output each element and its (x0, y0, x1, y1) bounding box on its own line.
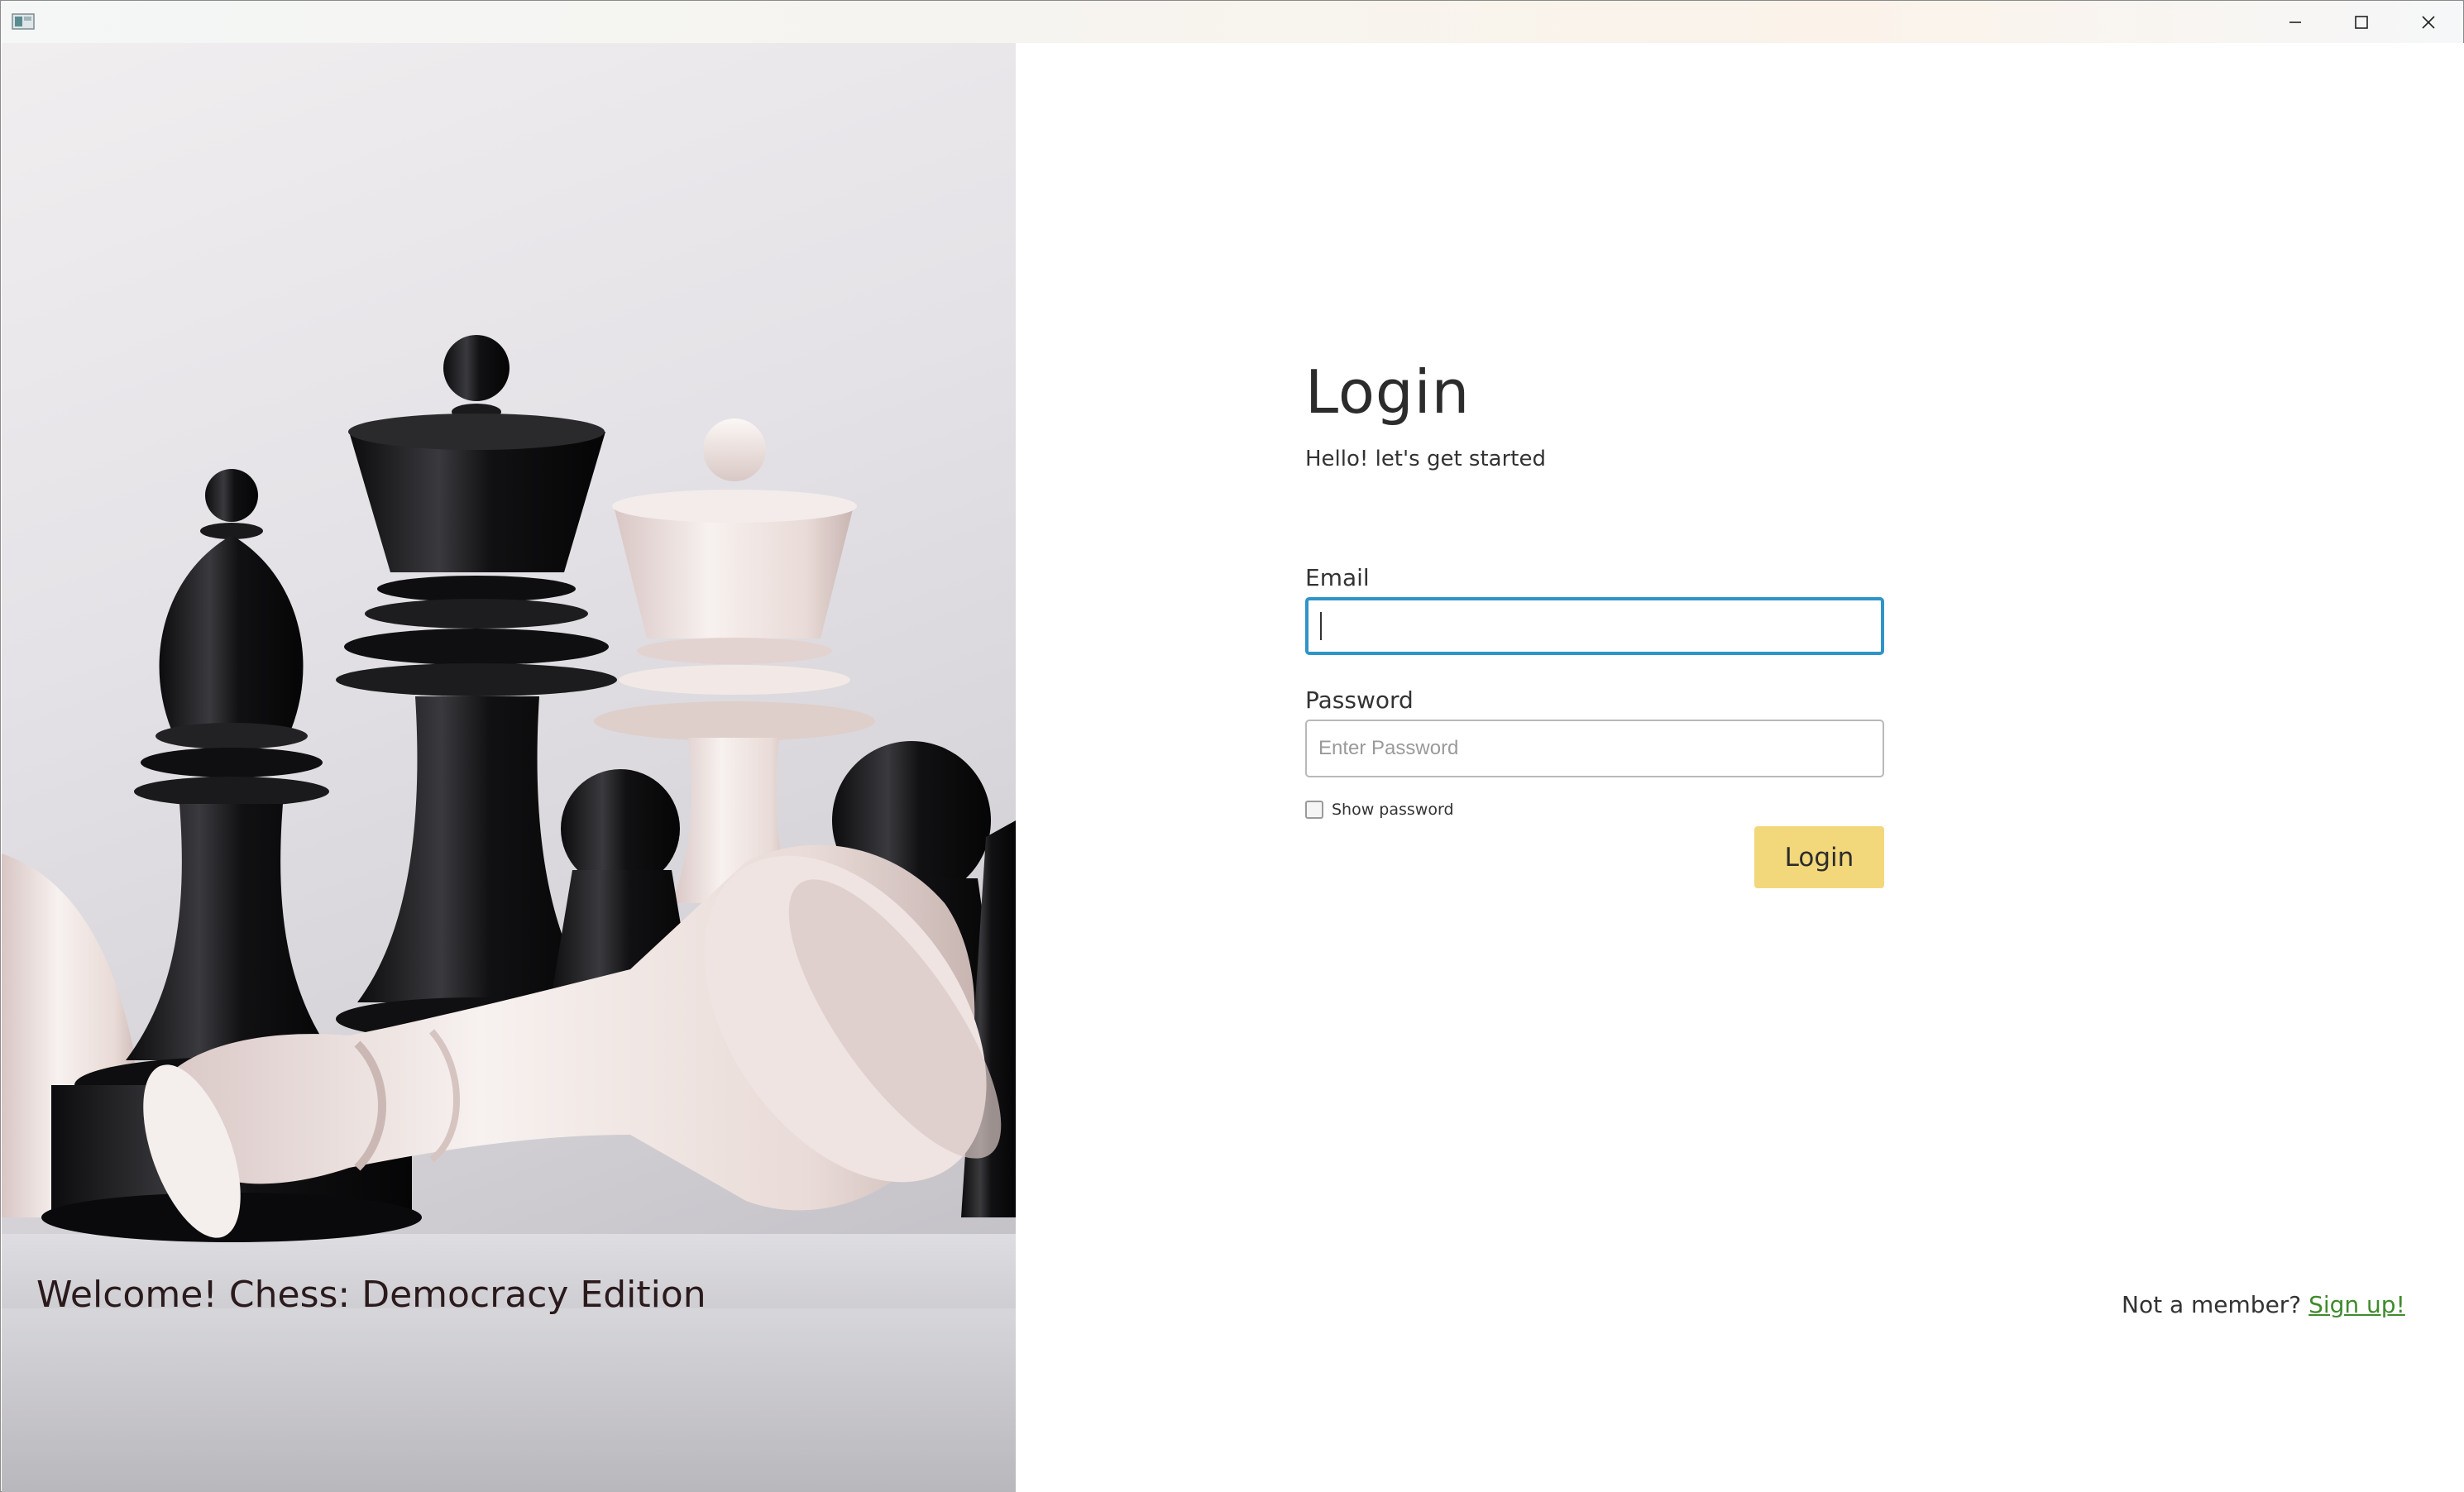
close-button[interactable] (2395, 1, 2462, 43)
page-subtitle: Hello! let's get started (1305, 447, 1546, 471)
show-password-checkbox[interactable] (1305, 801, 1323, 819)
page-title: Login (1305, 357, 1471, 427)
email-label: Email (1305, 564, 1370, 591)
signup-prompt-row: Not a member? Sign up! (2122, 1291, 2405, 1318)
show-password-label[interactable]: Show password (1332, 801, 1454, 819)
login-panel: Login Hello! let's get started Email Pas… (1016, 43, 2464, 1492)
hero-panel: Welcome! Chess: Democracy Edition (2, 43, 1016, 1492)
text-caret (1320, 612, 1322, 640)
password-label: Password (1305, 686, 1414, 714)
email-field[interactable] (1305, 597, 1884, 655)
minimize-icon (2289, 21, 2301, 23)
minimize-button[interactable] (2262, 1, 2328, 43)
show-password-row[interactable]: Show password (1305, 801, 1454, 819)
password-placeholder: Enter Password (1318, 737, 1459, 759)
title-bar[interactable] (1, 1, 2463, 43)
password-field[interactable]: Enter Password (1305, 720, 1884, 777)
welcome-caption: Welcome! Chess: Democracy Edition (36, 1274, 706, 1316)
maximize-button[interactable] (2328, 1, 2395, 43)
signup-prompt: Not a member? (2122, 1291, 2302, 1318)
close-icon (2422, 15, 2435, 29)
login-button[interactable]: Login (1754, 826, 1884, 888)
app-window: Welcome! Chess: Democracy Edition Login … (0, 0, 2464, 1492)
maximize-icon (2355, 15, 2368, 29)
signup-link[interactable]: Sign up! (2309, 1291, 2405, 1318)
app-icon (12, 13, 35, 30)
